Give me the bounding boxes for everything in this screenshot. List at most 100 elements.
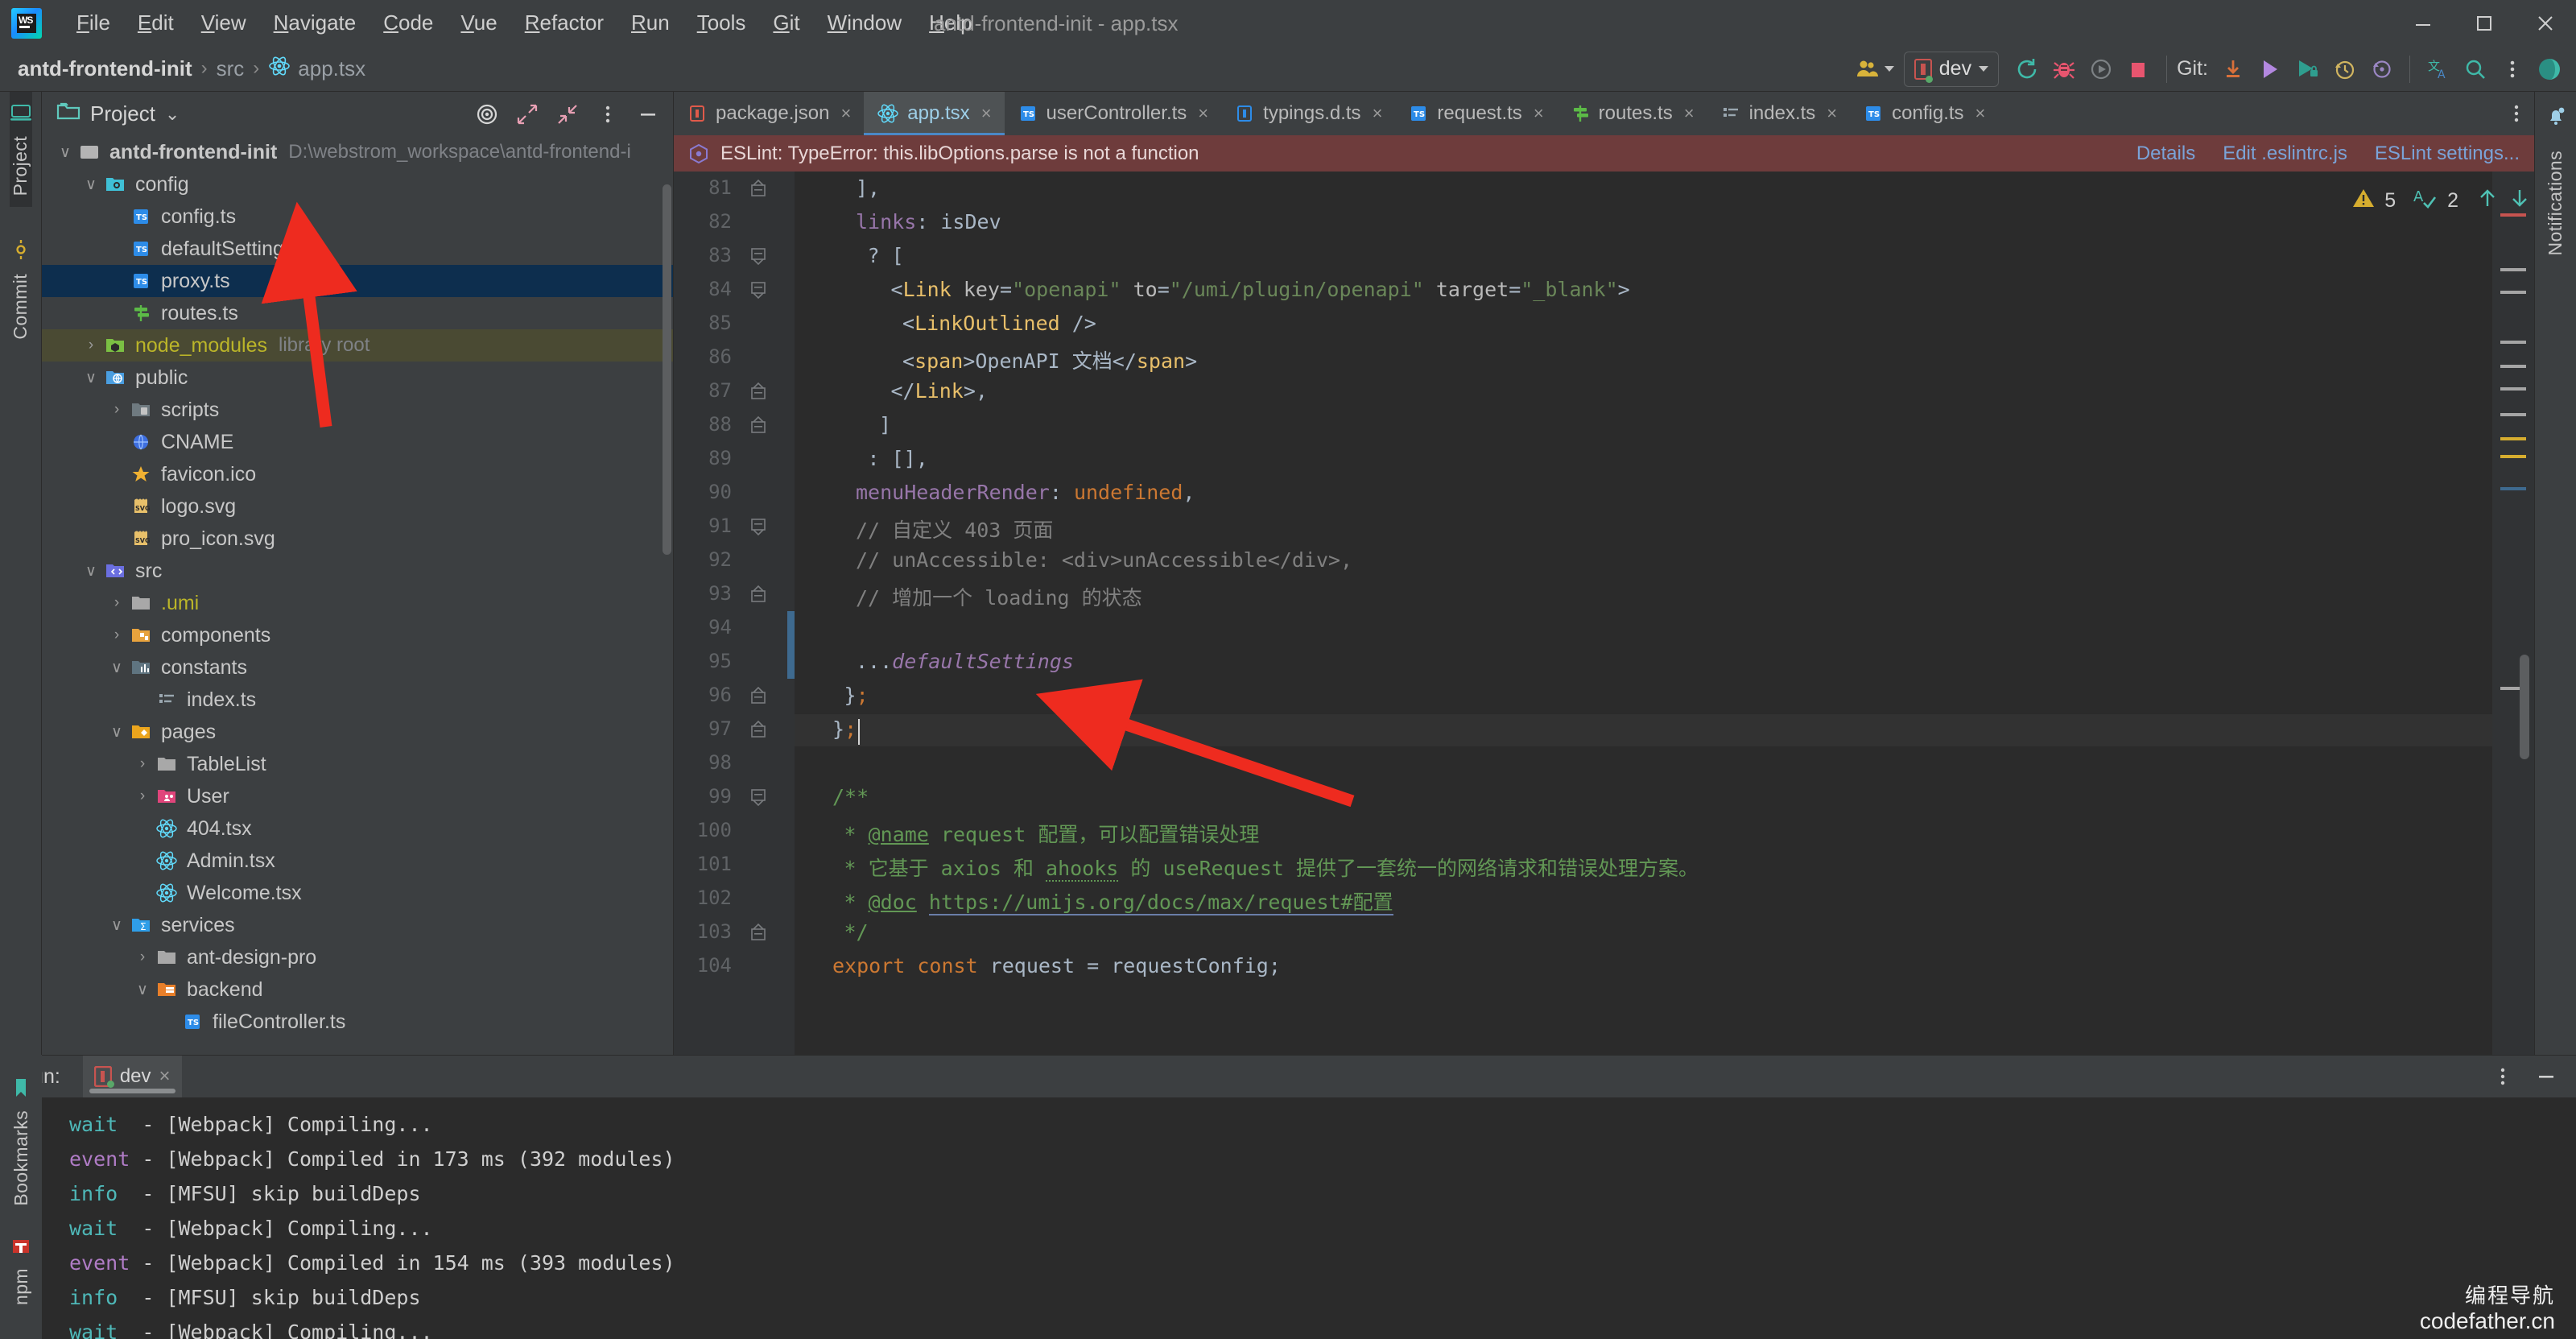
menu-item-navigate[interactable]: Navigate	[260, 6, 370, 40]
menu-item-tools[interactable]: Tools	[683, 6, 760, 40]
run-coverage-icon[interactable]	[2083, 51, 2120, 88]
inspection-mark[interactable]	[2500, 341, 2526, 344]
close-icon[interactable]: ×	[1827, 103, 1837, 124]
tree-expand-arrow[interactable]: ›	[105, 626, 129, 644]
tree-item-404-tsx[interactable]: 404.tsx	[42, 812, 673, 845]
push-icon[interactable]	[2289, 51, 2326, 88]
sidebar-item-label-bookmarks[interactable]: Bookmarks	[10, 1110, 32, 1206]
run-tab-dev[interactable]: dev ×	[82, 1056, 182, 1097]
tree-item-components[interactable]: › components	[42, 619, 673, 651]
tree-expand-arrow[interactable]: ∨	[130, 981, 155, 999]
menu-item-refactor[interactable]: Refactor	[511, 6, 617, 40]
details-link[interactable]: Details	[2136, 143, 2195, 165]
editor-gutter[interactable]: 81 82 83 84 85 86 87 88 89 90 91 92 93 94 95 96 97 98 99 10…	[674, 172, 795, 1055]
editor-tab-usercontroller-ts[interactable]: TS userController.ts ×	[1005, 92, 1222, 135]
tree-item-pro-icon-svg[interactable]: SVG pro_icon.svg	[42, 523, 673, 555]
maximize-icon[interactable]	[2454, 0, 2515, 46]
tree-item-config[interactable]: ∨ config	[42, 168, 673, 200]
inspection-mark[interactable]	[2500, 268, 2526, 271]
inspection-mark[interactable]	[2500, 365, 2526, 368]
arrow-up-icon[interactable]	[2476, 187, 2499, 215]
bookmark-icon[interactable]	[11, 1077, 31, 1104]
editor-scrollbar[interactable]	[2520, 655, 2529, 759]
edit-eslintrc-link[interactable]: Edit .eslintrc.js	[2223, 143, 2347, 165]
code-fold-start-icon[interactable]	[749, 281, 767, 300]
options-icon[interactable]	[589, 96, 626, 133]
translate-icon[interactable]: 文A	[2420, 51, 2457, 88]
eslint-settings-link[interactable]: ESLint settings...	[2375, 143, 2520, 165]
locate-icon[interactable]	[469, 96, 506, 133]
tree-expand-arrow[interactable]: ›	[130, 787, 155, 805]
tree-item-scripts[interactable]: › scripts	[42, 394, 673, 426]
code-fold-end-icon[interactable]	[749, 179, 767, 197]
breadcrumb-folder[interactable]: src	[217, 56, 245, 81]
menu-item-edit[interactable]: Edit	[124, 6, 188, 40]
close-icon[interactable]: ×	[1975, 103, 1986, 124]
tree-expand-arrow[interactable]: ∨	[79, 369, 103, 387]
close-icon[interactable]: ×	[1198, 103, 1208, 124]
tree-expand-arrow[interactable]: ∨	[79, 562, 103, 581]
editor-tab-routes-ts[interactable]: routes.ts ×	[1557, 92, 1707, 135]
tree-item-index-ts[interactable]: index.ts	[42, 684, 673, 716]
editor-tabs-overflow[interactable]	[2507, 92, 2534, 135]
commit-icon[interactable]	[2252, 51, 2289, 88]
code-fold-end-icon[interactable]	[749, 686, 767, 705]
editor-tab-index-ts[interactable]: index.ts ×	[1707, 92, 1851, 135]
inspection-mark[interactable]	[2500, 455, 2526, 458]
menu-item-view[interactable]: View	[188, 6, 260, 40]
editor-inspection-strip[interactable]	[2492, 172, 2534, 1055]
users-icon[interactable]	[1851, 51, 1888, 88]
tree-item-cname[interactable]: CNAME	[42, 426, 673, 458]
more-vertical-icon[interactable]	[2494, 51, 2531, 88]
inspection-mark[interactable]	[2500, 413, 2526, 416]
console-output[interactable]: wait - [Webpack] Compiling... event - [We…	[42, 1097, 2576, 1339]
breadcrumb-file[interactable]: app.tsx	[298, 56, 365, 81]
menu-item-run[interactable]: Run	[617, 6, 683, 40]
code-fold-end-icon[interactable]	[749, 382, 767, 400]
tree-expand-arrow[interactable]: ›	[105, 594, 129, 612]
menu-item-git[interactable]: Git	[759, 6, 813, 40]
code-editor[interactable]: 81 82 83 84 85 86 87 88 89 90 91 92 93 94 95 96 97 98 99 10…	[674, 172, 2534, 1055]
menu-item-code[interactable]: Code	[369, 6, 447, 40]
sidebar-item-commit[interactable]: Commit	[10, 228, 31, 351]
tree-item--umi[interactable]: › .umi	[42, 587, 673, 619]
chevron-down-icon[interactable]: ⌄	[165, 104, 180, 125]
inspection-widget[interactable]: 5 A 2	[2352, 187, 2531, 215]
menu-item-window[interactable]: Window	[814, 6, 915, 40]
close-icon[interactable]: ×	[840, 103, 851, 124]
tree-item-welcome-tsx[interactable]: Welcome.tsx	[42, 877, 673, 909]
right-strip-label[interactable]: Notifications	[2545, 151, 2566, 255]
search-everywhere-icon[interactable]	[2457, 51, 2494, 88]
npm-icon[interactable]	[11, 1237, 31, 1262]
collapse-all-icon[interactable]	[549, 96, 586, 133]
project-tree[interactable]: ∨ antd-frontend-init D:\webstrom_workspace…	[42, 136, 673, 1055]
tree-expand-arrow[interactable]: ›	[130, 948, 155, 966]
menu-item-file[interactable]: File	[63, 6, 124, 40]
inspection-mark[interactable]	[2500, 437, 2526, 440]
history-icon[interactable]	[2326, 51, 2363, 88]
run-configuration-selector[interactable]: dev	[1903, 51, 2000, 87]
inspection-mark[interactable]	[2500, 387, 2526, 391]
minimize-icon[interactable]	[2392, 0, 2454, 46]
debug-bug-icon[interactable]	[2046, 51, 2083, 88]
bell-icon[interactable]	[2545, 105, 2567, 133]
rollback-icon[interactable]	[2363, 51, 2400, 88]
tree-item-user[interactable]: › User	[42, 780, 673, 812]
options-icon[interactable]	[2484, 1058, 2521, 1095]
editor-tab-request-ts[interactable]: TS request.ts ×	[1395, 92, 1556, 135]
vcs-change-marker[interactable]	[787, 611, 795, 679]
tree-item-routes-ts[interactable]: routes.ts	[42, 297, 673, 329]
tree-item-ant-design-pro[interactable]: › ant-design-pro	[42, 941, 673, 973]
code-content[interactable]: ], links: isDev? [<Link key="openapi" to=…	[795, 172, 2492, 1055]
tree-expand-arrow[interactable]: ∨	[105, 916, 129, 935]
editor-tab-app-tsx[interactable]: app.tsx ×	[864, 92, 1005, 135]
close-icon[interactable]: ×	[1373, 103, 1383, 124]
tree-item-backend[interactable]: ∨ backend	[42, 973, 673, 1006]
editor-tab-typings-d-ts[interactable]: typings.d.ts ×	[1221, 92, 1395, 135]
tree-expand-arrow[interactable]: ∨	[79, 176, 103, 194]
code-fold-start-icon[interactable]	[749, 788, 767, 807]
tree-item-logo-svg[interactable]: SVG logo.svg	[42, 490, 673, 523]
code-fold-end-icon[interactable]	[749, 720, 767, 738]
tree-item-services[interactable]: ∨ Σservices	[42, 909, 673, 941]
sidebar-item-label-npm[interactable]: npm	[10, 1268, 32, 1305]
